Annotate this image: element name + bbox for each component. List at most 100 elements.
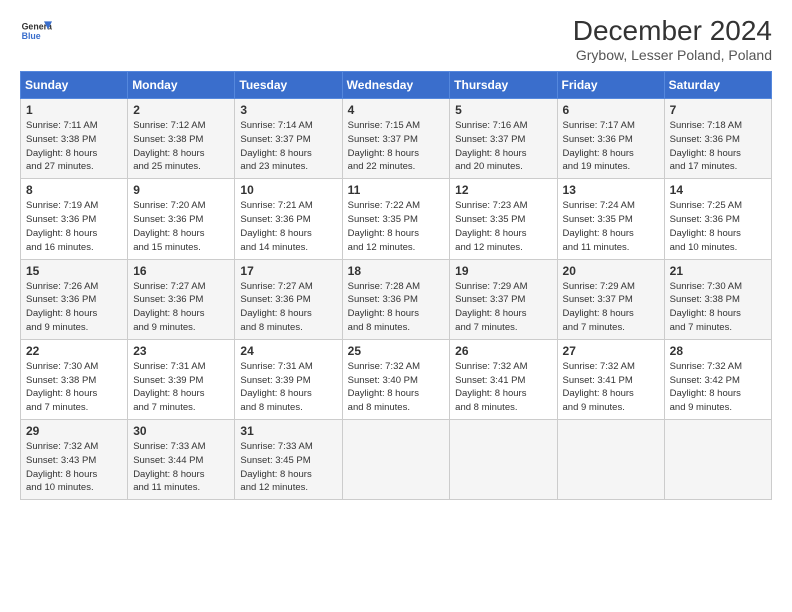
calendar-table: Sunday Monday Tuesday Wednesday Thursday… [20,71,772,500]
day-number: 16 [133,264,229,278]
table-row: 13 Sunrise: 7:24 AMSunset: 3:35 PMDayligh… [557,179,664,259]
day-detail: Sunrise: 7:22 AMSunset: 3:35 PMDaylight:… [348,200,420,252]
day-detail: Sunrise: 7:26 AMSunset: 3:36 PMDaylight:… [26,281,98,333]
svg-text:Blue: Blue [22,31,41,41]
logo-icon: General Blue [20,15,52,47]
day-detail: Sunrise: 7:11 AMSunset: 3:38 PMDaylight:… [26,120,98,172]
table-row: 10 Sunrise: 7:21 AMSunset: 3:36 PMDayligh… [235,179,342,259]
day-number: 3 [240,103,336,117]
day-detail: Sunrise: 7:29 AMSunset: 3:37 PMDaylight:… [455,281,527,333]
table-row: 20 Sunrise: 7:29 AMSunset: 3:37 PMDayligh… [557,259,664,339]
col-wednesday: Wednesday [342,72,450,99]
day-detail: Sunrise: 7:21 AMSunset: 3:36 PMDaylight:… [240,200,312,252]
day-detail: Sunrise: 7:24 AMSunset: 3:35 PMDaylight:… [563,200,635,252]
day-detail: Sunrise: 7:31 AMSunset: 3:39 PMDaylight:… [240,361,312,413]
table-row [450,420,557,500]
day-number: 10 [240,183,336,197]
day-number: 31 [240,424,336,438]
table-row: 14Sunrise: 7:25 AMSunset: 3:36 PMDayligh… [664,179,771,259]
day-detail: Sunrise: 7:17 AMSunset: 3:36 PMDaylight:… [563,120,635,172]
day-detail: Sunrise: 7:27 AMSunset: 3:36 PMDaylight:… [240,281,312,333]
page-title: December 2024 [573,15,772,47]
table-row: 28 Sunrise: 7:32 AMSunset: 3:42 PMDayligh… [664,339,771,419]
table-row: 3Sunrise: 7:14 AMSunset: 3:37 PMDaylight… [235,99,342,179]
table-row: 9Sunrise: 7:20 AMSunset: 3:36 PMDaylight… [128,179,235,259]
day-detail: Sunrise: 7:12 AMSunset: 3:38 PMDaylight:… [133,120,205,172]
header: General Blue December 2024 Grybow, Lesse… [20,15,772,63]
day-detail: Sunrise: 7:15 AMSunset: 3:37 PMDaylight:… [348,120,420,172]
table-row: 6Sunrise: 7:17 AMSunset: 3:36 PMDaylight… [557,99,664,179]
day-detail: Sunrise: 7:30 AMSunset: 3:38 PMDaylight:… [670,281,742,333]
day-number: 9 [133,183,229,197]
table-row: 18Sunrise: 7:28 AMSunset: 3:36 PMDayligh… [342,259,450,339]
day-number: 27 [563,344,659,358]
day-detail: Sunrise: 7:23 AMSunset: 3:35 PMDaylight:… [455,200,527,252]
table-row: 1 Sunrise: 7:11 AMSunset: 3:38 PMDaylight… [21,99,128,179]
day-number: 17 [240,264,336,278]
day-detail: Sunrise: 7:32 AMSunset: 3:42 PMDaylight:… [670,361,742,413]
day-number: 1 [26,103,122,117]
table-row: 2 Sunrise: 7:12 AMSunset: 3:38 PMDaylight… [128,99,235,179]
day-number: 24 [240,344,336,358]
day-detail: Sunrise: 7:28 AMSunset: 3:36 PMDaylight:… [348,281,420,333]
col-saturday: Saturday [664,72,771,99]
day-detail: Sunrise: 7:32 AMSunset: 3:40 PMDaylight:… [348,361,420,413]
calendar-week-row: 29Sunrise: 7:32 AMSunset: 3:43 PMDayligh… [21,420,772,500]
table-row: 22Sunrise: 7:30 AMSunset: 3:38 PMDayligh… [21,339,128,419]
day-number: 21 [670,264,766,278]
logo: General Blue [20,15,52,47]
day-detail: Sunrise: 7:27 AMSunset: 3:36 PMDaylight:… [133,281,205,333]
day-number: 12 [455,183,551,197]
day-number: 5 [455,103,551,117]
table-row: 21 Sunrise: 7:30 AMSunset: 3:38 PMDayligh… [664,259,771,339]
day-detail: Sunrise: 7:19 AMSunset: 3:36 PMDaylight:… [26,200,98,252]
day-number: 15 [26,264,122,278]
table-row [664,420,771,500]
day-number: 2 [133,103,229,117]
table-row: 31 Sunrise: 7:33 AMSunset: 3:45 PMDayligh… [235,420,342,500]
page: General Blue December 2024 Grybow, Lesse… [0,0,792,612]
table-row: 15 Sunrise: 7:26 AMSunset: 3:36 PMDayligh… [21,259,128,339]
day-detail: Sunrise: 7:18 AMSunset: 3:36 PMDaylight:… [670,120,742,172]
table-row: 12 Sunrise: 7:23 AMSunset: 3:35 PMDayligh… [450,179,557,259]
col-tuesday: Tuesday [235,72,342,99]
calendar-week-row: 8 Sunrise: 7:19 AMSunset: 3:36 PMDaylight… [21,179,772,259]
table-row: 23Sunrise: 7:31 AMSunset: 3:39 PMDayligh… [128,339,235,419]
table-row: 7Sunrise: 7:18 AMSunset: 3:36 PMDaylight… [664,99,771,179]
col-monday: Monday [128,72,235,99]
table-row [342,420,450,500]
day-number: 11 [348,183,445,197]
day-detail: Sunrise: 7:32 AMSunset: 3:41 PMDaylight:… [563,361,635,413]
table-row: 29Sunrise: 7:32 AMSunset: 3:43 PMDayligh… [21,420,128,500]
calendar-week-row: 15 Sunrise: 7:26 AMSunset: 3:36 PMDayligh… [21,259,772,339]
day-detail: Sunrise: 7:16 AMSunset: 3:37 PMDaylight:… [455,120,527,172]
day-number: 28 [670,344,766,358]
table-row: 11 Sunrise: 7:22 AMSunset: 3:35 PMDayligh… [342,179,450,259]
day-number: 20 [563,264,659,278]
table-row: 19 Sunrise: 7:29 AMSunset: 3:37 PMDayligh… [450,259,557,339]
table-row: 5 Sunrise: 7:16 AMSunset: 3:37 PMDaylight… [450,99,557,179]
day-number: 13 [563,183,659,197]
day-detail: Sunrise: 7:33 AMSunset: 3:44 PMDaylight:… [133,441,205,493]
table-row: 16 Sunrise: 7:27 AMSunset: 3:36 PMDayligh… [128,259,235,339]
day-detail: Sunrise: 7:29 AMSunset: 3:37 PMDaylight:… [563,281,635,333]
table-row [557,420,664,500]
day-number: 8 [26,183,122,197]
day-number: 22 [26,344,122,358]
table-row: 4Sunrise: 7:15 AMSunset: 3:37 PMDaylight… [342,99,450,179]
day-number: 30 [133,424,229,438]
calendar-week-row: 1 Sunrise: 7:11 AMSunset: 3:38 PMDaylight… [21,99,772,179]
table-row: 30 Sunrise: 7:33 AMSunset: 3:44 PMDayligh… [128,420,235,500]
day-number: 19 [455,264,551,278]
col-friday: Friday [557,72,664,99]
table-row: 24 Sunrise: 7:31 AMSunset: 3:39 PMDayligh… [235,339,342,419]
day-number: 29 [26,424,122,438]
calendar-week-row: 22Sunrise: 7:30 AMSunset: 3:38 PMDayligh… [21,339,772,419]
day-detail: Sunrise: 7:33 AMSunset: 3:45 PMDaylight:… [240,441,312,493]
day-number: 23 [133,344,229,358]
col-thursday: Thursday [450,72,557,99]
calendar-header-row: Sunday Monday Tuesday Wednesday Thursday… [21,72,772,99]
table-row: 25Sunrise: 7:32 AMSunset: 3:40 PMDayligh… [342,339,450,419]
table-row: 17 Sunrise: 7:27 AMSunset: 3:36 PMDayligh… [235,259,342,339]
col-sunday: Sunday [21,72,128,99]
